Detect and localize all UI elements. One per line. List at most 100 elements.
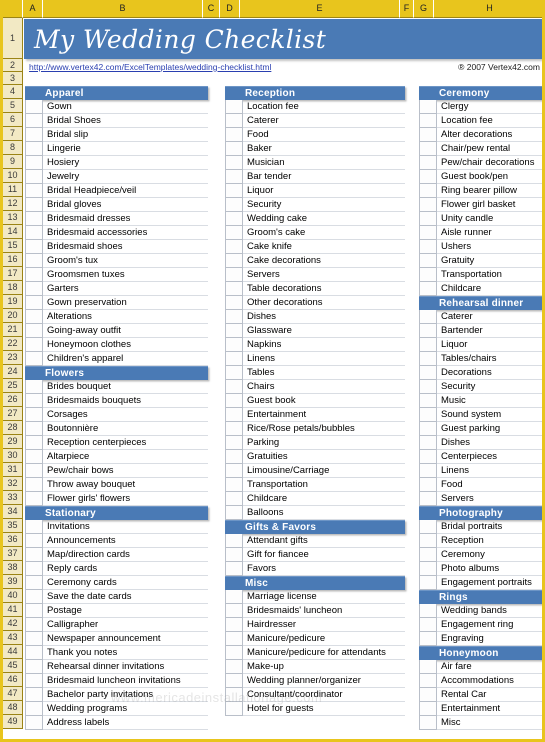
checkbox-cell[interactable] [419,464,437,478]
checkbox-cell[interactable] [25,632,43,646]
checklist-item-label[interactable]: Reception [437,534,542,548]
checkbox-cell[interactable] [225,212,243,226]
checkbox-cell[interactable] [419,618,437,632]
checklist-item-label[interactable]: Manicure/pedicure for attendants [243,646,405,660]
checkbox-cell[interactable] [25,492,43,506]
checkbox-cell[interactable] [419,492,437,506]
checkbox-cell[interactable] [419,352,437,366]
checklist-item-label[interactable]: Musician [243,156,405,170]
checkbox-cell[interactable] [225,184,243,198]
checkbox-cell[interactable] [225,688,243,702]
checklist-item-label[interactable]: Bridesmaid luncheon invitations [43,674,208,688]
checkbox-cell[interactable] [419,548,437,562]
checkbox-cell[interactable] [419,114,437,128]
checkbox-cell[interactable] [225,492,243,506]
checkbox-cell[interactable] [419,170,437,184]
checklist-item-label[interactable]: Bridesmaids' luncheon [243,604,405,618]
checklist-item-label[interactable]: Location fee [437,114,542,128]
checkbox-cell[interactable] [225,156,243,170]
row-header-38[interactable]: 38 [3,561,22,575]
checkbox-cell[interactable] [225,618,243,632]
checkbox-cell[interactable] [225,660,243,674]
checklist-item-label[interactable]: Location fee [243,100,405,114]
checklist-item-label[interactable]: Wedding programs [43,702,208,716]
checkbox-cell[interactable] [419,422,437,436]
checkbox-cell[interactable] [25,478,43,492]
row-header-13[interactable]: 13 [3,211,22,225]
checkbox-cell[interactable] [225,142,243,156]
checkbox-cell[interactable] [419,184,437,198]
checklist-item-label[interactable]: Photo albums [437,562,542,576]
checkbox-cell[interactable] [25,590,43,604]
checklist-item-label[interactable]: Security [243,198,405,212]
column-header-a[interactable]: A [23,0,43,18]
checkbox-cell[interactable] [419,394,437,408]
checkbox-cell[interactable] [419,310,437,324]
column-header-e[interactable]: E [240,0,400,18]
checklist-item-label[interactable]: Hosiery [43,156,208,170]
checklist-item-label[interactable]: Bridal gloves [43,198,208,212]
checkbox-cell[interactable] [25,716,43,730]
checkbox-cell[interactable] [25,156,43,170]
checklist-item-label[interactable]: Transportation [243,478,405,492]
checkbox-cell[interactable] [25,100,43,114]
checklist-item-label[interactable]: Other decorations [243,296,405,310]
checklist-item-label[interactable]: Bridal Shoes [43,114,208,128]
row-header-7[interactable]: 7 [3,127,22,141]
checklist-item-label[interactable]: Address labels [43,716,208,730]
checklist-item-label[interactable]: Linens [243,352,405,366]
checklist-item-label[interactable]: Liquor [243,184,405,198]
checklist-item-label[interactable]: Ring bearer pillow [437,184,542,198]
checkbox-cell[interactable] [25,296,43,310]
row-header-24[interactable]: 24 [3,365,22,379]
checkbox-cell[interactable] [419,604,437,618]
checklist-item-label[interactable]: Liquor [437,338,542,352]
row-header-5[interactable]: 5 [3,99,22,113]
checklist-item-label[interactable]: Music [437,394,542,408]
checkbox-cell[interactable] [419,240,437,254]
checkbox-cell[interactable] [225,226,243,240]
row-header-9[interactable]: 9 [3,155,22,169]
checkbox-cell[interactable] [225,436,243,450]
checklist-item-label[interactable]: Centerpieces [437,450,542,464]
column-header-d[interactable]: D [220,0,240,18]
checklist-item-label[interactable]: Limousine/Carriage [243,464,405,478]
checkbox-cell[interactable] [25,128,43,142]
row-header-2[interactable]: 2 [3,59,22,72]
checkbox-cell[interactable] [419,226,437,240]
column-header-f[interactable]: F [400,0,414,18]
checklist-item-label[interactable]: Children's apparel [43,352,208,366]
checklist-item-label[interactable]: Postage [43,604,208,618]
checklist-item-label[interactable]: Gift for fiancee [243,548,405,562]
checklist-item-label[interactable]: Wedding bands [437,604,542,618]
checklist-item-label[interactable]: Guest book [243,394,405,408]
checklist-item-label[interactable]: Cake decorations [243,254,405,268]
checklist-item-label[interactable]: Groom's cake [243,226,405,240]
checkbox-cell[interactable] [225,338,243,352]
checkbox-cell[interactable] [225,450,243,464]
checklist-item-label[interactable]: Napkins [243,338,405,352]
checkbox-cell[interactable] [25,268,43,282]
checkbox-cell[interactable] [225,632,243,646]
checkbox-cell[interactable] [225,604,243,618]
checkbox-cell[interactable] [419,100,437,114]
checkbox-cell[interactable] [225,310,243,324]
checkbox-cell[interactable] [225,590,243,604]
row-header-11[interactable]: 11 [3,183,22,197]
checkbox-cell[interactable] [25,338,43,352]
checklist-item-label[interactable]: Sound system [437,408,542,422]
checklist-item-label[interactable]: Transportation [437,268,542,282]
column-header-g[interactable]: G [414,0,434,18]
checklist-item-label[interactable]: Pew/chair bows [43,464,208,478]
row-header-44[interactable]: 44 [3,645,22,659]
checklist-item-label[interactable]: Cake knife [243,240,405,254]
checklist-item-label[interactable]: Gown [43,100,208,114]
checklist-item-label[interactable]: Newspaper announcement [43,632,208,646]
checkbox-cell[interactable] [419,688,437,702]
checkbox-cell[interactable] [25,226,43,240]
checkbox-cell[interactable] [25,408,43,422]
row-header-41[interactable]: 41 [3,603,22,617]
checkbox-cell[interactable] [25,282,43,296]
checkbox-cell[interactable] [25,198,43,212]
checkbox-cell[interactable] [419,198,437,212]
